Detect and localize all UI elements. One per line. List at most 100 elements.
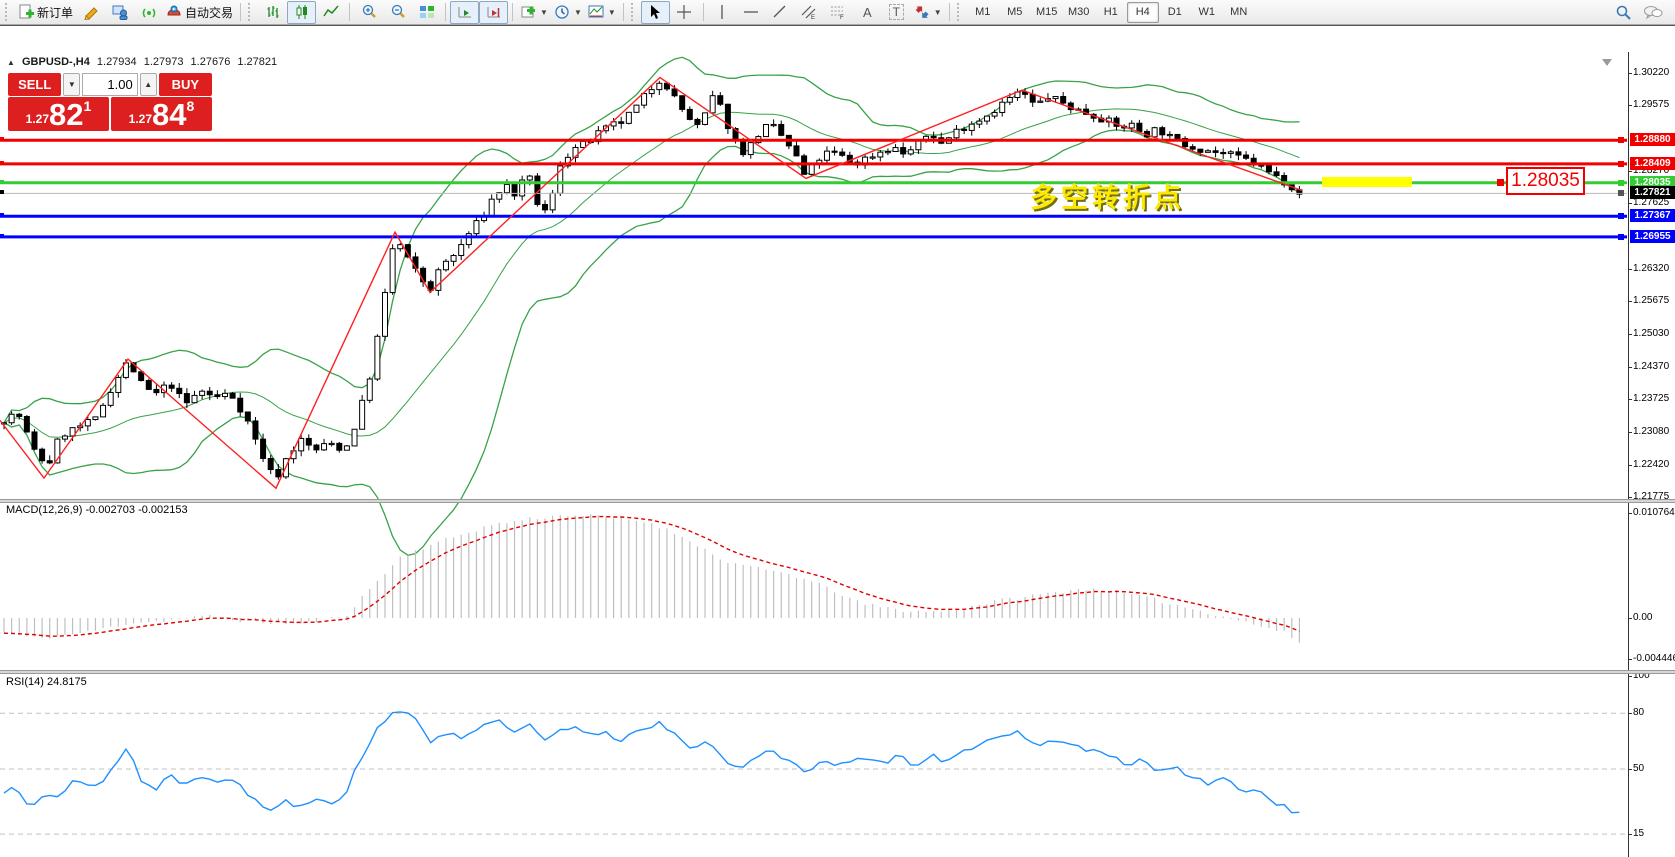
dropdown-arrow-icon: ▼: [540, 7, 548, 17]
sell-price-prefix: 1.27: [25, 112, 50, 126]
price-annotation-anchor[interactable]: [1497, 179, 1504, 186]
volume-decrease-button[interactable]: ▼: [63, 73, 81, 96]
equidistant-channel-icon: E: [801, 4, 817, 20]
sell-price-panel[interactable]: 1.27 82 1: [8, 97, 109, 131]
candlestick-mode-button[interactable]: [287, 0, 317, 24]
new-order-button[interactable]: 新订单: [15, 1, 76, 24]
price-axis-tick: [1628, 73, 1632, 74]
cursor-tool-button[interactable]: [640, 0, 670, 24]
rsi-tick-label: 50: [1633, 763, 1645, 774]
chart-canvas[interactable]: [0, 52, 1675, 857]
clock-icon: [554, 4, 570, 20]
timeframe-button-mn[interactable]: MN: [1223, 2, 1255, 23]
rsi-axis-tick: [1628, 676, 1632, 677]
toolbar-separator: [240, 3, 242, 21]
buy-price-panel[interactable]: 1.27 84 8: [111, 97, 212, 131]
arrows-tool-button[interactable]: ▼: [911, 1, 945, 24]
bar-chart-mode-button[interactable]: [258, 1, 287, 24]
add-indicator-button[interactable]: ▼: [517, 1, 551, 24]
panel-splitter[interactable]: [0, 670, 1675, 674]
chart-shift-button[interactable]: [479, 0, 509, 24]
toolbar-grip[interactable]: [248, 3, 255, 21]
price-axis-tick: [1628, 432, 1632, 433]
panel-splitter[interactable]: [0, 499, 1675, 503]
price-tick-label: 1.23725: [1633, 393, 1670, 404]
toolbar-grip[interactable]: [630, 3, 638, 21]
fibonacci-tool-button[interactable]: F: [824, 1, 853, 24]
text-tool-button[interactable]: A: [853, 1, 882, 24]
price-axis-tick: [1628, 334, 1632, 335]
toolbar-separator: [702, 3, 704, 21]
timeframe-button-m1[interactable]: M1: [967, 2, 999, 23]
timeframe-button-m5[interactable]: M5: [999, 2, 1031, 23]
crosshair-tool-button[interactable]: [670, 1, 699, 24]
zoom-in-button[interactable]: [354, 1, 383, 24]
rsi-axis-tick: [1628, 713, 1632, 714]
timeframe-button-h4[interactable]: H4: [1126, 1, 1159, 23]
svg-text:F: F: [840, 15, 844, 20]
window-collapse-icon[interactable]: ▲: [7, 58, 15, 67]
person-monitor-icon: [112, 4, 128, 20]
timeframe-button-m15[interactable]: M15: [1031, 2, 1063, 23]
search-button[interactable]: [1609, 1, 1638, 24]
level-line-left-marker: [0, 213, 4, 217]
autotrading-button[interactable]: 自动交易: [163, 1, 236, 24]
level-line-marker: [1618, 190, 1624, 196]
channel-tool-button[interactable]: E: [795, 1, 824, 24]
timeframe-button-m30[interactable]: M30: [1063, 2, 1095, 23]
timeframe-button-h1[interactable]: H1: [1095, 2, 1127, 23]
price-tick-label: 1.29575: [1633, 99, 1670, 110]
market-watch-button[interactable]: [105, 1, 134, 24]
macd-axis-tick: [1628, 513, 1632, 514]
tile-windows-button[interactable]: [412, 1, 441, 24]
toolbar-grip[interactable]: [956, 3, 964, 21]
styler-button[interactable]: [76, 1, 105, 24]
toolbar-grip[interactable]: [5, 3, 12, 21]
timeframe-button-w1[interactable]: W1: [1191, 2, 1223, 23]
price-level-label: 1.26955: [1630, 230, 1675, 243]
price-axis-tick: [1628, 465, 1632, 466]
templates-button[interactable]: ▼: [585, 1, 619, 24]
auto-scroll-button[interactable]: [450, 0, 480, 24]
price-level-label: 1.27821: [1630, 186, 1675, 199]
level-line-marker: [1618, 137, 1624, 143]
toolbar-separator: [349, 3, 351, 21]
timeframe-button-d1[interactable]: D1: [1159, 2, 1191, 23]
price-tick-label: 1.26320: [1633, 263, 1670, 274]
toolbar-separator: [948, 3, 950, 21]
trendline-tool-button[interactable]: [766, 1, 795, 24]
rsi-indicator-label: RSI(14) 24.8175: [6, 676, 87, 688]
toolbar-separator: [512, 3, 514, 21]
sell-button[interactable]: SELL: [8, 73, 62, 96]
horizontal-line-tool-button[interactable]: [737, 1, 766, 24]
volume-increase-button[interactable]: ▲: [139, 73, 157, 96]
chat-button[interactable]: [1638, 1, 1667, 24]
line-chart-mode-button[interactable]: [316, 1, 345, 24]
zoom-out-button[interactable]: [383, 1, 412, 24]
text-label-tool-button[interactable]: T: [882, 1, 911, 24]
vertical-line-tool-button[interactable]: [708, 1, 737, 24]
trendline-icon: [772, 4, 788, 20]
signal-icon: [141, 4, 157, 20]
rsi-axis-tick: [1628, 834, 1632, 835]
crayon-icon: [83, 4, 99, 20]
ohlc-open: 1.27934: [96, 56, 137, 68]
dropdown-arrow-icon: ▼: [933, 7, 942, 17]
level-line-left-marker: [0, 234, 4, 238]
chart-shift-marker[interactable]: [1602, 59, 1612, 66]
buy-price-big: 84: [152, 97, 187, 132]
timeframe-button-group: M1 M5 M15 M30 H1 H4 D1 W1 MN: [967, 1, 1255, 23]
price-axis-tick: [1628, 497, 1632, 498]
price-tick-label: 1.24370: [1633, 361, 1670, 372]
autotrading-label: 自动交易: [185, 5, 234, 20]
periods-button[interactable]: ▼: [551, 1, 585, 24]
signals-button[interactable]: [134, 1, 163, 24]
toolbar-separator: [622, 3, 624, 21]
price-tick-label: 1.25675: [1633, 295, 1670, 306]
price-axis-tick: [1628, 105, 1632, 106]
volume-input[interactable]: 1.00: [82, 73, 138, 96]
buy-button[interactable]: BUY: [158, 73, 212, 96]
zoom-in-icon: [361, 4, 377, 20]
ohlc-low: 1.27676: [190, 56, 231, 68]
yellow-highlight-rectangle: [1322, 177, 1412, 187]
